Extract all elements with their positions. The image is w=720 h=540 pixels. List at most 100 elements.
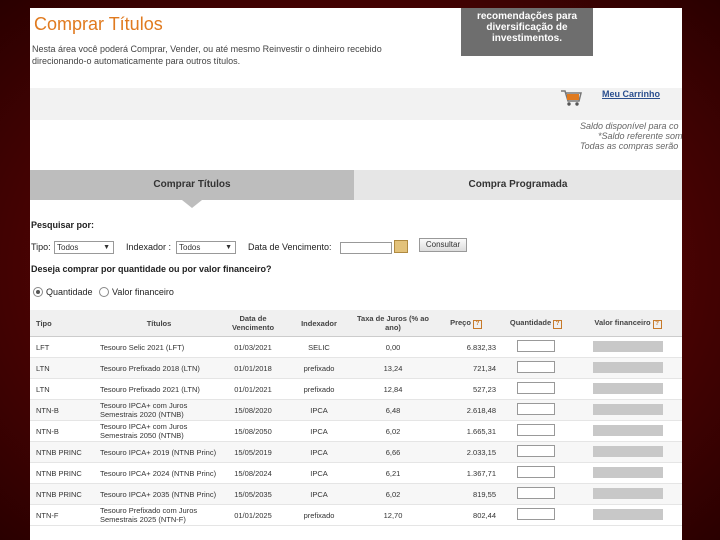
- cell-taxa: 13,24: [352, 357, 434, 379]
- cell-quantidade: [498, 357, 574, 379]
- header-indexador: Indexador: [286, 310, 352, 337]
- cell-vencimento: 15/08/2020: [220, 399, 286, 421]
- valor-financeiro-input: [593, 361, 663, 373]
- cart-icon[interactable]: [560, 88, 582, 108]
- table-row: LTN Tesouro Prefixado 2021 (LTN) 01/01/202…: [30, 378, 682, 400]
- cell-quantidade: [498, 420, 574, 442]
- cell-vencimento: 01/01/2025: [220, 504, 286, 526]
- cell-vencimento: 01/03/2021: [220, 336, 286, 358]
- cell-quantidade: [498, 441, 574, 463]
- cell-valor-financeiro: [574, 378, 682, 400]
- cell-preco: 527,23: [434, 378, 498, 400]
- tipo-label: Tipo:: [31, 242, 51, 252]
- valor-financeiro-input: [593, 424, 663, 436]
- cell-taxa: 12,84: [352, 378, 434, 400]
- vencimento-label: Data de Vencimento:: [248, 242, 332, 252]
- cell-indexador: IPCA: [286, 420, 352, 442]
- balance-info: Saldo disponível para co *Saldo referent…: [580, 121, 682, 151]
- titles-table: Tipo Títulos Data de Vencimento Indexado…: [30, 310, 682, 526]
- tipo-select[interactable]: Todos ▼: [54, 241, 114, 254]
- cell-titulo: Tesouro Selic 2021 (LFT): [98, 336, 220, 358]
- radio-valor-financeiro-label: Valor financeiro: [112, 287, 174, 297]
- quantity-input[interactable]: [517, 424, 555, 436]
- valor-financeiro-input: [593, 508, 663, 520]
- radio-quantidade[interactable]: [33, 287, 43, 297]
- quantity-input[interactable]: [517, 487, 555, 499]
- cell-titulo: Tesouro Prefixado 2018 (LTN): [98, 357, 220, 379]
- header-quantidade: Quantidade?: [498, 310, 574, 337]
- valor-financeiro-input: [593, 466, 663, 478]
- cell-taxa: 6,21: [352, 462, 434, 484]
- cell-indexador: IPCA: [286, 483, 352, 505]
- vencimento-input[interactable]: [340, 242, 392, 254]
- cell-taxa: 0,00: [352, 336, 434, 358]
- cell-preco: 1.665,31: [434, 420, 498, 442]
- cell-valor-financeiro: [574, 483, 682, 505]
- cell-quantidade: [498, 378, 574, 400]
- cell-titulo: Tesouro Prefixado com Juros Semestrais 2…: [98, 504, 220, 526]
- tab-comprar-titulos[interactable]: Comprar Títulos: [30, 170, 354, 208]
- cell-tipo: NTNB PRINC: [30, 441, 98, 463]
- cell-indexador: IPCA: [286, 462, 352, 484]
- radio-valor-financeiro[interactable]: [99, 287, 109, 297]
- header-valor-label: Valor financeiro: [594, 317, 651, 327]
- cell-vencimento: 15/05/2019: [220, 441, 286, 463]
- table-header-row: Tipo Títulos Data de Vencimento Indexado…: [30, 310, 682, 337]
- valor-financeiro-input: [593, 403, 663, 415]
- cell-quantidade: [498, 399, 574, 421]
- cell-vencimento: 01/01/2018: [220, 357, 286, 379]
- help-icon[interactable]: ?: [472, 319, 482, 329]
- cell-titulo: Tesouro IPCA+ com Juros Semestrais 2020 …: [98, 399, 220, 421]
- cell-vencimento: 15/08/2024: [220, 462, 286, 484]
- quantity-input[interactable]: [517, 445, 555, 457]
- cell-titulo: Tesouro Prefixado 2021 (LTN): [98, 378, 220, 400]
- cell-tipo: LTN: [30, 378, 98, 400]
- cell-tipo: NTN-B: [30, 420, 98, 442]
- cell-indexador: IPCA: [286, 399, 352, 421]
- cell-vencimento: 15/05/2035: [220, 483, 286, 505]
- tipo-select-value: Todos: [57, 243, 79, 252]
- valor-financeiro-input: [593, 445, 663, 457]
- cell-valor-financeiro: [574, 441, 682, 463]
- cell-taxa: 6,66: [352, 441, 434, 463]
- consultar-button[interactable]: Consultar: [419, 238, 467, 252]
- header-quantidade-label: Quantidade: [509, 317, 552, 327]
- cell-quantidade: [498, 483, 574, 505]
- cell-titulo: Tesouro IPCA+ 2035 (NTNB Princ): [98, 483, 220, 505]
- recommendation-banner[interactable]: recomendações para diversificação de inv…: [461, 8, 593, 56]
- radio-quantidade-label: Quantidade: [46, 287, 93, 297]
- calendar-icon[interactable]: [394, 240, 408, 253]
- cell-preco: 721,34: [434, 357, 498, 379]
- help-icon[interactable]: ?: [553, 319, 563, 329]
- cell-taxa: 6,02: [352, 420, 434, 442]
- cell-preco: 819,55: [434, 483, 498, 505]
- quantity-input[interactable]: [517, 340, 555, 352]
- cell-quantidade: [498, 336, 574, 358]
- cell-tipo: NTN-B: [30, 399, 98, 421]
- chevron-down-icon: ▼: [225, 244, 232, 251]
- cell-tipo: NTN-F: [30, 504, 98, 526]
- quantity-input[interactable]: [517, 361, 555, 373]
- indexador-select[interactable]: Todos ▼: [176, 241, 236, 254]
- search-heading: Pesquisar por:: [31, 220, 95, 230]
- quantity-input[interactable]: [517, 403, 555, 415]
- cart-bar: [30, 88, 682, 120]
- cell-taxa: 6,48: [352, 399, 434, 421]
- header-preco: Preço?: [434, 310, 498, 337]
- cell-indexador: prefixado: [286, 357, 352, 379]
- cell-quantidade: [498, 462, 574, 484]
- quantity-input[interactable]: [517, 466, 555, 478]
- cart-link[interactable]: Meu Carrinho: [602, 89, 660, 99]
- tab-compra-programada[interactable]: Compra Programada: [354, 170, 682, 200]
- cell-valor-financeiro: [574, 462, 682, 484]
- valor-financeiro-input: [593, 487, 663, 499]
- cell-indexador: prefixado: [286, 378, 352, 400]
- cell-taxa: 6,02: [352, 483, 434, 505]
- chevron-down-icon: ▼: [103, 244, 110, 251]
- header-taxa: Taxa de Juros (% ao ano): [352, 310, 434, 337]
- help-icon[interactable]: ?: [652, 319, 662, 329]
- quantity-input[interactable]: [517, 508, 555, 520]
- quantity-input[interactable]: [517, 382, 555, 394]
- cell-preco: 802,44: [434, 504, 498, 526]
- cell-tipo: LFT: [30, 336, 98, 358]
